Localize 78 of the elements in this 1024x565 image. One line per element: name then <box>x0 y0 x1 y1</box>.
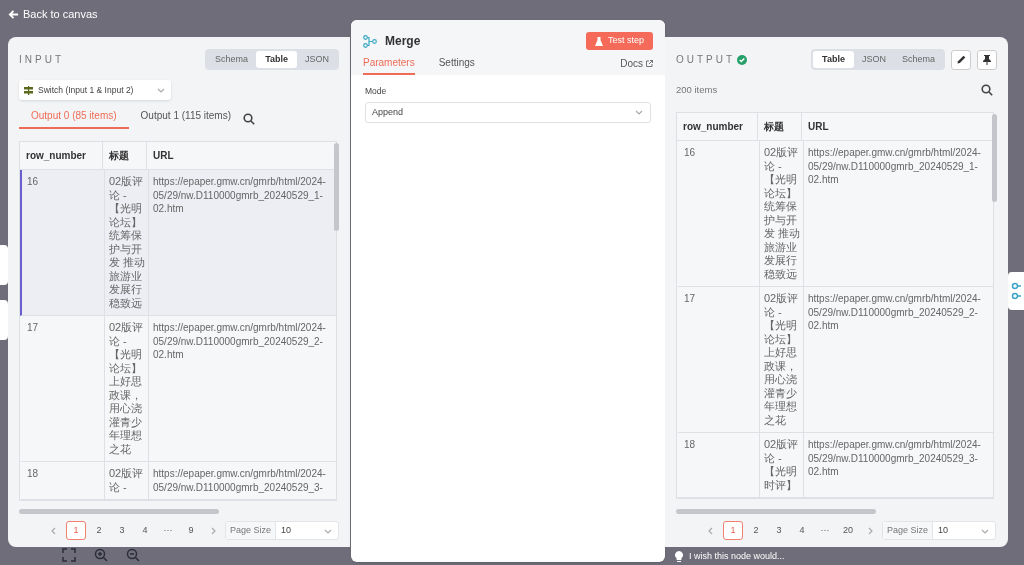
fit-view-icon[interactable] <box>62 548 76 562</box>
table-row[interactable]: 16 02版评论 -【光明论坛】统筹保护与开发 推动旅游业发展行稳致远 https://epaper.gmw.cn/gmrb/html/2024-05/29/nw.D110000gmrb_20240529_1-02.htm <box>20 170 336 316</box>
signpost-icon <box>24 85 33 95</box>
flask-icon <box>594 36 603 46</box>
horizontal-scrollbar[interactable] <box>19 509 219 514</box>
column-header: 标题 <box>103 142 147 169</box>
table-cell: 02版评论 -【光明论坛】上好思政课，用心浇灌青少年理想之花 <box>760 287 804 433</box>
view-tab[interactable]: Schema <box>207 51 257 68</box>
pin-button[interactable] <box>977 49 997 70</box>
page-button[interactable]: 3 <box>769 521 789 540</box>
page-button[interactable]: 4 <box>792 521 812 540</box>
arrow-left-icon <box>8 8 19 20</box>
column-header: row_number <box>20 142 103 169</box>
column-header: URL <box>807 120 830 135</box>
zoom-in-icon[interactable] <box>94 548 108 562</box>
output-tab[interactable]: Output 1 (115 items) <box>128 108 243 129</box>
table-cell: 16 <box>22 170 105 315</box>
docs-link[interactable]: Docs <box>620 56 653 71</box>
table-cell: 02版评论 -【光明论坛】统筹保护与开发 推动旅游业发展行稳致远 <box>760 141 804 287</box>
page-button[interactable]: 4 <box>135 521 155 540</box>
feedback-hint[interactable]: I wish this node would... <box>689 550 785 564</box>
view-tab[interactable]: Table <box>813 51 854 68</box>
table-cell: 16 <box>679 141 760 287</box>
mode-select[interactable]: Append <box>365 101 651 123</box>
vertical-scrollbar[interactable] <box>334 143 339 231</box>
page-button[interactable]: 1 <box>723 521 743 540</box>
table-cell: 18 <box>22 462 105 499</box>
lightbulb-icon <box>675 551 683 563</box>
table-cell-text: https://epaper.gmw.cn/gmrb/html/2024-05/29/nw.D110000gmrb_20240529_3-02.htm <box>807 438 982 480</box>
back-to-canvas-link[interactable]: Back to canvas <box>8 6 98 23</box>
table-row[interactable]: 17 02版评论 -【光明论坛】上好思政课，用心浇灌青少年理想之花 https://epaper.gmw.cn/gmrb/html/2024-05/29/nw.D110000gmrb_20240529_2-02.htm <box>20 316 336 462</box>
table-cell-text: https://epaper.gmw.cn/gmrb/html/2024-05/29/nw.D110000gmrb_20240529_1-02.htm <box>807 146 982 188</box>
table-cell-text: https://epaper.gmw.cn/gmrb/html/2024-05/29/nw.D110000gmrb_20240529_2-02.htm <box>152 321 327 362</box>
pencil-icon <box>956 55 966 64</box>
table-cell: 02版评论 -【光明论坛】上好思政课，用心浇灌青少年理想之花 <box>105 316 149 461</box>
table-cell-text: https://epaper.gmw.cn/gmrb/html/2024-05/29/nw.D110000gmrb_20240529_1-02.htm <box>152 175 327 216</box>
view-tab[interactable]: JSON <box>297 51 337 68</box>
view-tab[interactable]: Table <box>256 51 297 68</box>
panel-title: OUTPUT <box>676 53 736 67</box>
page-button[interactable]: 1 <box>66 521 86 540</box>
pin-icon <box>983 54 991 65</box>
view-tab[interactable]: JSON <box>853 51 894 68</box>
page-button[interactable]: 9 <box>181 521 201 540</box>
zoom-out-icon[interactable] <box>126 548 140 562</box>
column-header: row_number <box>677 113 758 141</box>
table-cell-text: https://epaper.gmw.cn/gmrb/html/2024-05/29/nw.D110000gmrb_20240529_3- <box>152 467 327 495</box>
search-icon[interactable] <box>981 84 993 97</box>
page-button[interactable]: ··· <box>158 521 178 540</box>
node-select[interactable]: Switch (Input 1 & Input 2) <box>19 80 171 100</box>
node-title: Merge <box>385 33 421 50</box>
table-cell: 02版评论 -【光明时评】 <box>760 433 804 498</box>
merge-icon <box>363 34 377 48</box>
link-icon <box>1011 282 1021 300</box>
page-button[interactable]: 2 <box>746 521 766 540</box>
select-value: Switch (Input 1 & Input 2) <box>38 83 135 97</box>
panel-title: INPUT <box>19 53 64 67</box>
table-cell-text: https://epaper.gmw.cn/gmrb/html/2024-05/29/nw.D110000gmrb_20240529_2-02.htm <box>807 292 982 334</box>
external-link-icon <box>646 60 653 67</box>
table-cell: 02版评论 - <box>105 462 149 499</box>
table-cell: 17 <box>22 316 105 461</box>
edit-button[interactable] <box>951 49 971 70</box>
table-cell: 18 <box>679 433 760 498</box>
item-count: 200 items <box>676 83 718 97</box>
settings-tab[interactable]: Settings <box>438 55 475 75</box>
view-tab[interactable]: Schema <box>893 51 943 68</box>
page-button[interactable]: 20 <box>838 521 858 540</box>
page-button[interactable]: 3 <box>112 521 132 540</box>
table-cell: 17 <box>679 287 760 433</box>
page-button[interactable]: ··· <box>815 521 835 540</box>
vertical-scrollbar[interactable] <box>992 114 997 203</box>
horizontal-scrollbar[interactable] <box>676 509 876 514</box>
page-button[interactable]: 2 <box>89 521 109 540</box>
column-header: 标题 <box>758 113 802 141</box>
table-cell: 02版评论 -【光明论坛】统筹保护与开发 推动旅游业发展行稳致远 <box>105 170 149 315</box>
field-label: Mode <box>365 85 388 98</box>
search-icon[interactable] <box>243 112 255 125</box>
column-header: URL <box>152 149 175 163</box>
table-row[interactable]: 18 02版评论 - https://epaper.gmw.cn/gmrb/html/2024-05/29/nw.D110000gmrb_20240529_3- <box>20 462 336 500</box>
